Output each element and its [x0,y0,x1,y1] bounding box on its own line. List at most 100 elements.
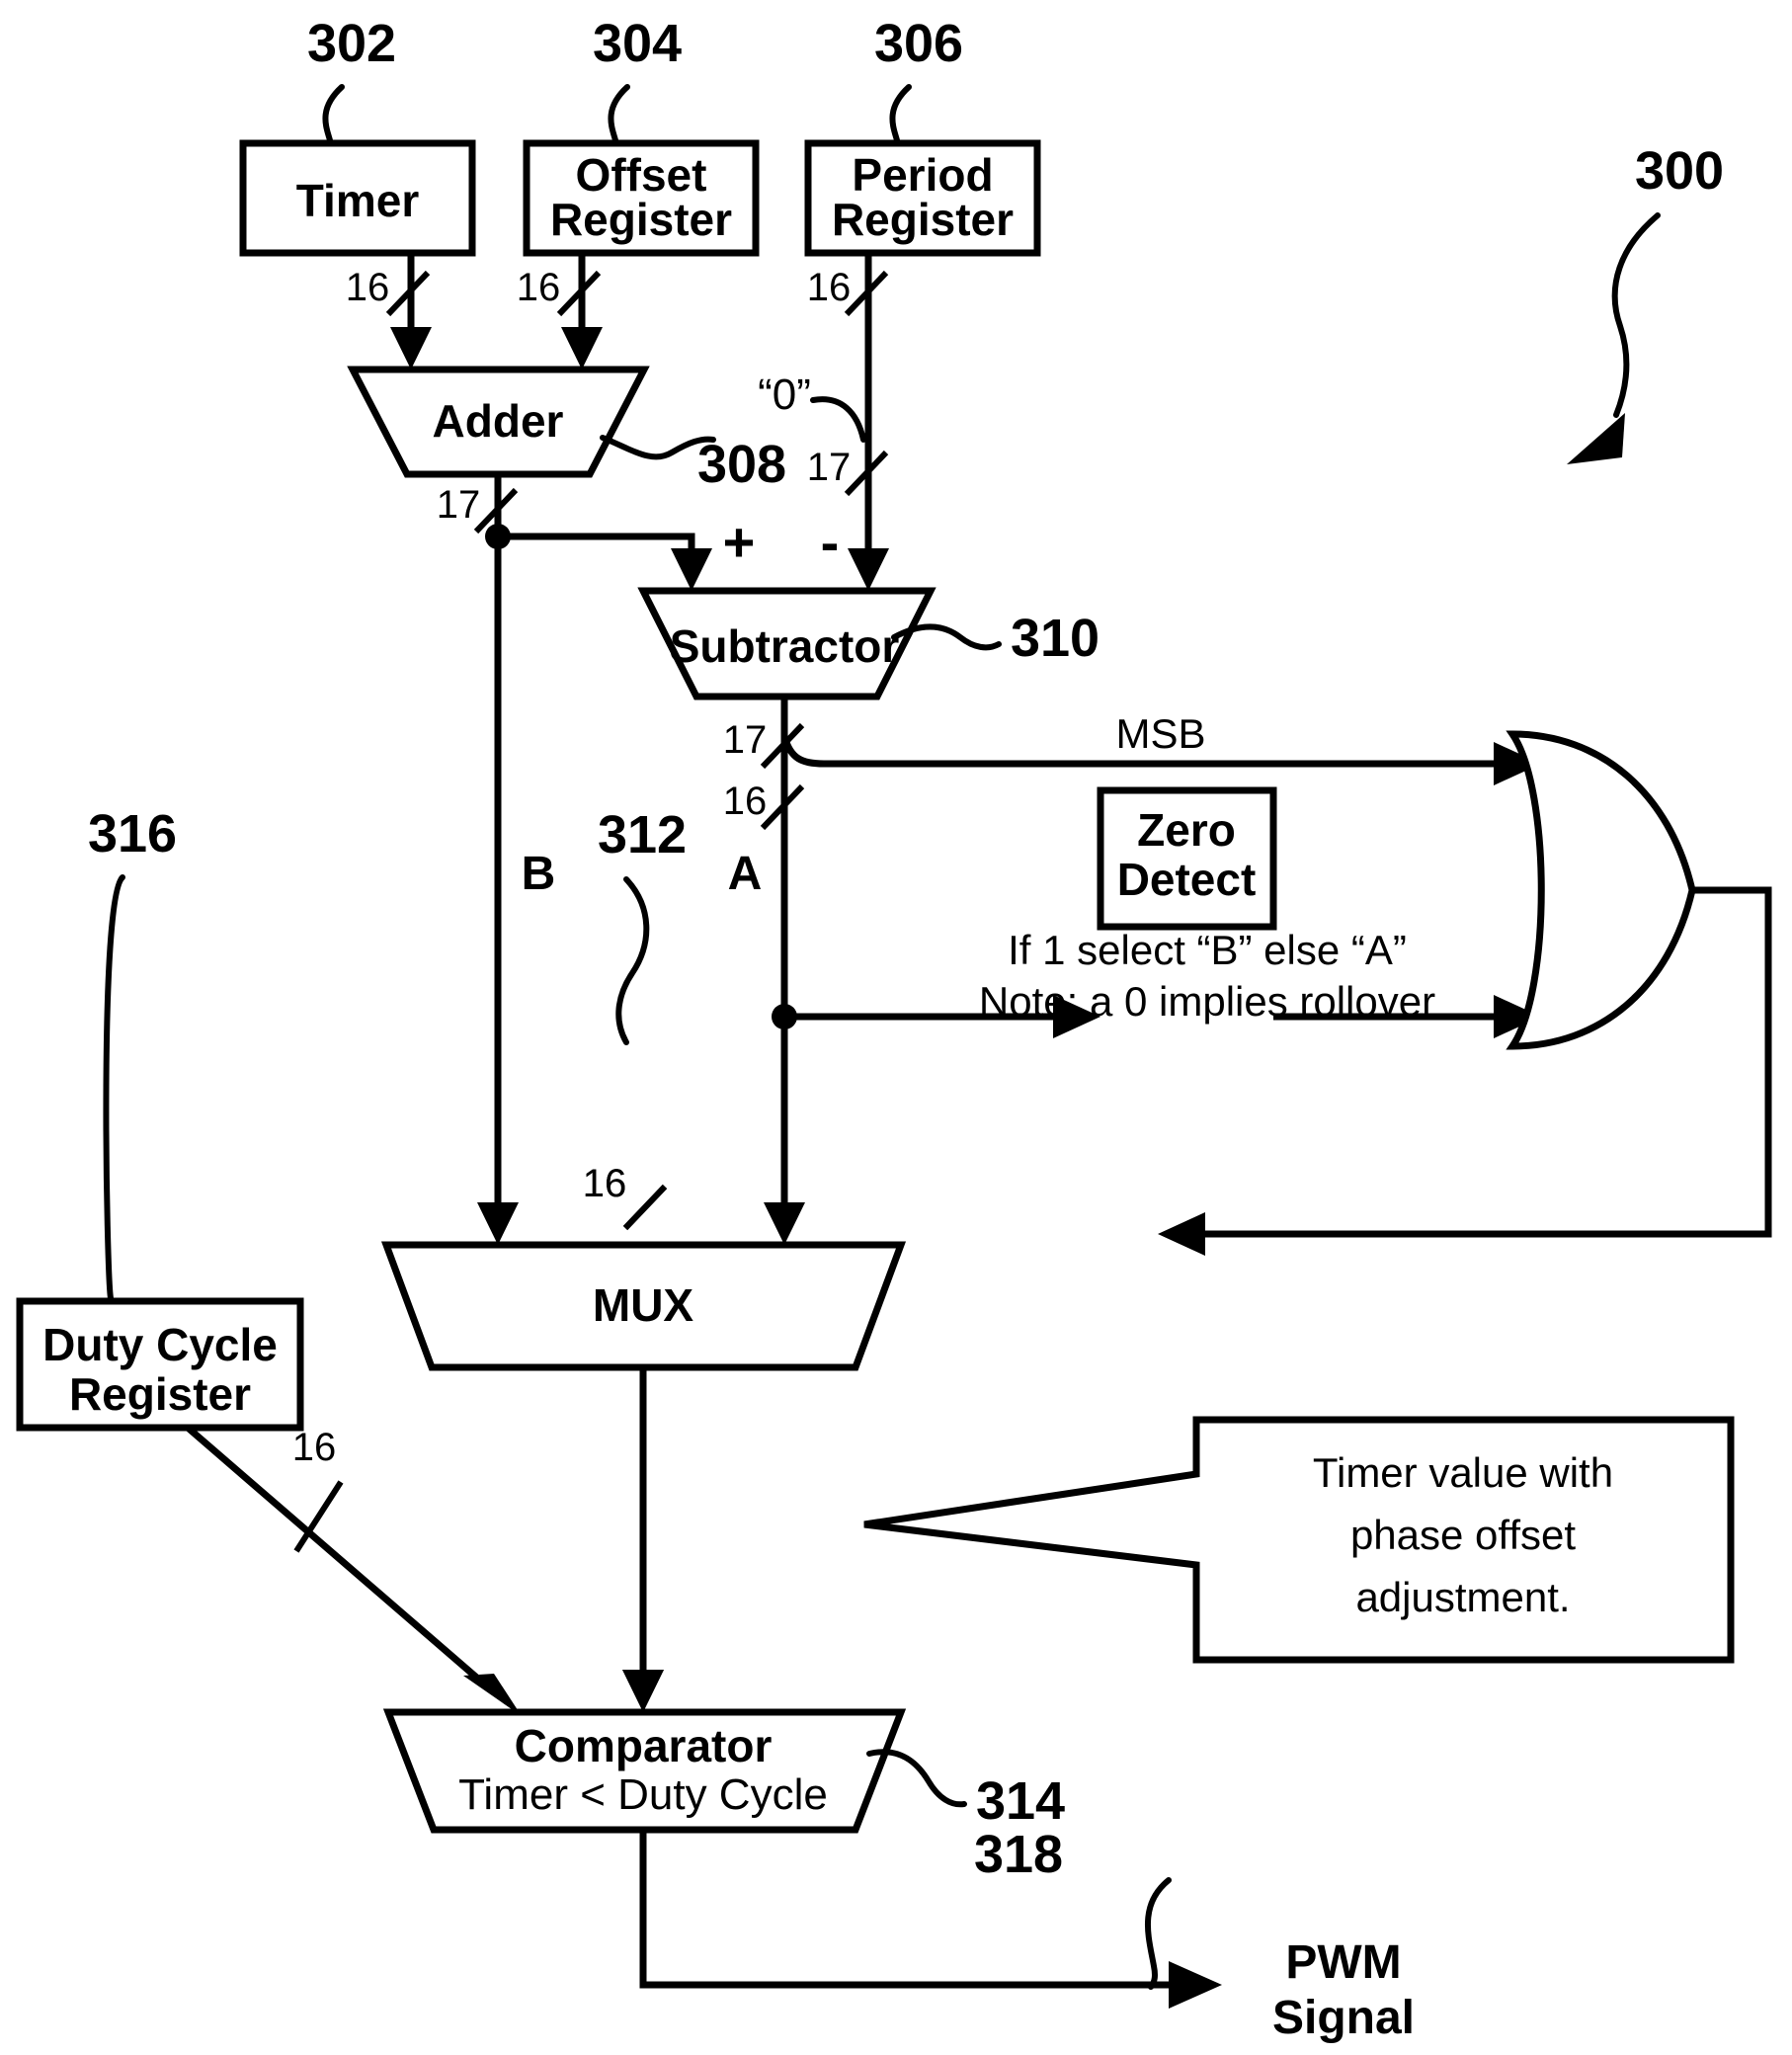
block-adder: Adder [347,366,650,478]
ref-302: 302 [307,14,396,143]
bus-width-subtractor-out: 17 [723,718,768,762]
subtractor-label: Subtractor [670,620,900,672]
leader-line-316 [103,874,125,1301]
arrow-mux-comparator-overlay [622,1670,664,1712]
block-timer: Timer [239,139,476,257]
ref-306: 306 [874,14,963,143]
pwm-signal-line1: PWM [1285,1936,1401,1989]
annotation-zero-constant: “0” [758,370,866,443]
comparator-label-line2: Timer < Duty Cycle [458,1770,828,1819]
comparator-label-line1: Comparator [515,1720,773,1771]
leader-arrow-300 [1567,413,1625,464]
leader-line-318b [1144,1877,1172,1990]
leader-line-304 [608,84,630,143]
arrow-timer-adder [390,327,432,370]
bus-width-offset: 16 [517,266,561,309]
arrow-period-subtractor [848,548,889,591]
mux-note-line1: If 1 select “B” else “A” [1008,927,1407,973]
bus-width-subtractor-low: 16 [723,780,768,823]
wire-duty-comparator-line [185,1425,497,1695]
wire-duty-cycle-to-comparator: 16 [185,1425,522,1716]
block-subtractor: Subtractor [637,587,937,700]
ref-304: 304 [593,14,682,143]
figure-number-label: 300 [1635,141,1724,201]
bus-width-timer: 16 [346,266,390,309]
wire-pwm-line [639,1830,1176,1989]
leader-line-302 [322,84,345,143]
bus-slash-mux-16-overlay [622,1184,668,1231]
duty-cycle-register-line2: Register [69,1368,251,1420]
wire-subtractor-out: 17 16 [723,697,805,1245]
bus-width-mux-out-overlay: 16 [583,1162,627,1205]
wire-adder-to-subtractor-plus [498,533,695,563]
ref-318: 318 [974,1825,1172,1990]
pwm-signal-line2: Signal [1272,1992,1415,2044]
ref-316: 316 [88,804,177,1301]
subtractor-minus-label: - [821,511,840,573]
arrow-mux-select [1158,1212,1205,1256]
wire-offset-to-adder: 16 [517,253,603,370]
ref-number-302: 302 [307,14,396,73]
arrow-subtractor-mux-a [764,1202,805,1245]
ref-number-312: 312 [598,805,687,864]
leader-line-300 [1611,212,1661,418]
block-comparator: Comparator Timer < Duty Cycle [382,1708,907,1834]
mux-label: MUX [593,1279,694,1331]
zero-detect-label-line2: Detect [1117,854,1257,905]
offset-register-label-line2: Register [550,194,732,245]
leader-line-306 [889,84,912,143]
bus-width-period: 16 [807,266,852,309]
block-or-gate [1506,730,1696,1050]
annotation-mux-select-note: If 1 select “B” else “A” Note: a 0 impli… [979,927,1435,1025]
ref-number-306: 306 [874,14,963,73]
zero-constant-label: “0” [758,370,811,419]
wire-period-to-subtractor: 16 17 [807,253,889,591]
arrow-offset-adder [561,327,603,370]
ref-number-310: 310 [1011,609,1100,668]
leader-line-312 [615,876,650,1045]
block-mux: MUX [380,1241,907,1371]
duty-cycle-register-line1: Duty Cycle [42,1319,278,1370]
mux-port-b-label: B [522,848,556,900]
ref-310: 310 [891,609,1100,668]
ref-308: 308 [600,435,786,494]
callout-line3: adjustment. [1355,1574,1570,1620]
callout-timer-value: Timer value with phase offset adjustment… [863,1416,1735,1664]
ref-number-308: 308 [697,435,786,494]
callout-line1: Timer value with [1313,1449,1613,1496]
subtractor-plus-label: + [723,511,756,573]
arrow-adder-subtractor [671,548,712,591]
wire-comparator-to-pwm [639,1830,1222,2009]
block-zero-detect: Zero Detect [1097,786,1277,931]
bus-width-duty-cycle: 16 [292,1426,337,1469]
ref-314: 314 [866,1749,1065,1831]
ref-number-314: 314 [976,1771,1065,1831]
msb-label: MSB [1115,710,1205,757]
arrow-adder-mux-b [477,1202,519,1245]
arrow-pwm-out [1169,1961,1222,2009]
label-pwm-signal: PWM Signal [1272,1936,1415,2044]
wire-msb-to-or: MSB [780,710,1541,785]
block-duty-cycle-register: Duty Cycle Register [16,1297,304,1432]
figure-canvas: 300 Timer 302 Offset Register 304 Period… [0,0,1792,2055]
callout-line2: phase offset [1350,1512,1576,1558]
ref-312: 312 [598,805,687,1045]
timer-label: Timer [296,175,420,226]
bus-width-adder-out: 17 [437,483,481,527]
ref-number-318: 318 [974,1825,1063,1884]
mux-port-a-label: A [728,848,763,900]
block-period-register: Period Register [804,139,1041,257]
or-gate-shape [1506,730,1696,1050]
pwm-block-diagram: 300 Timer 302 Offset Register 304 Period… [16,14,1772,2044]
ref-number-316: 316 [88,804,177,863]
leader-line-zero [810,396,866,443]
period-register-label-line2: Register [832,194,1014,245]
adder-label: Adder [433,395,564,447]
bus-width-period-extended: 17 [807,446,852,489]
block-offset-register: Offset Register [523,139,760,257]
ref-number-304: 304 [593,14,682,73]
wire-timer-to-adder: 16 [346,253,432,370]
mux-note-line2: Note: a 0 implies rollover [979,978,1435,1025]
figure-ref-300: 300 [1567,141,1724,464]
zero-detect-label-line1: Zero [1137,804,1236,856]
